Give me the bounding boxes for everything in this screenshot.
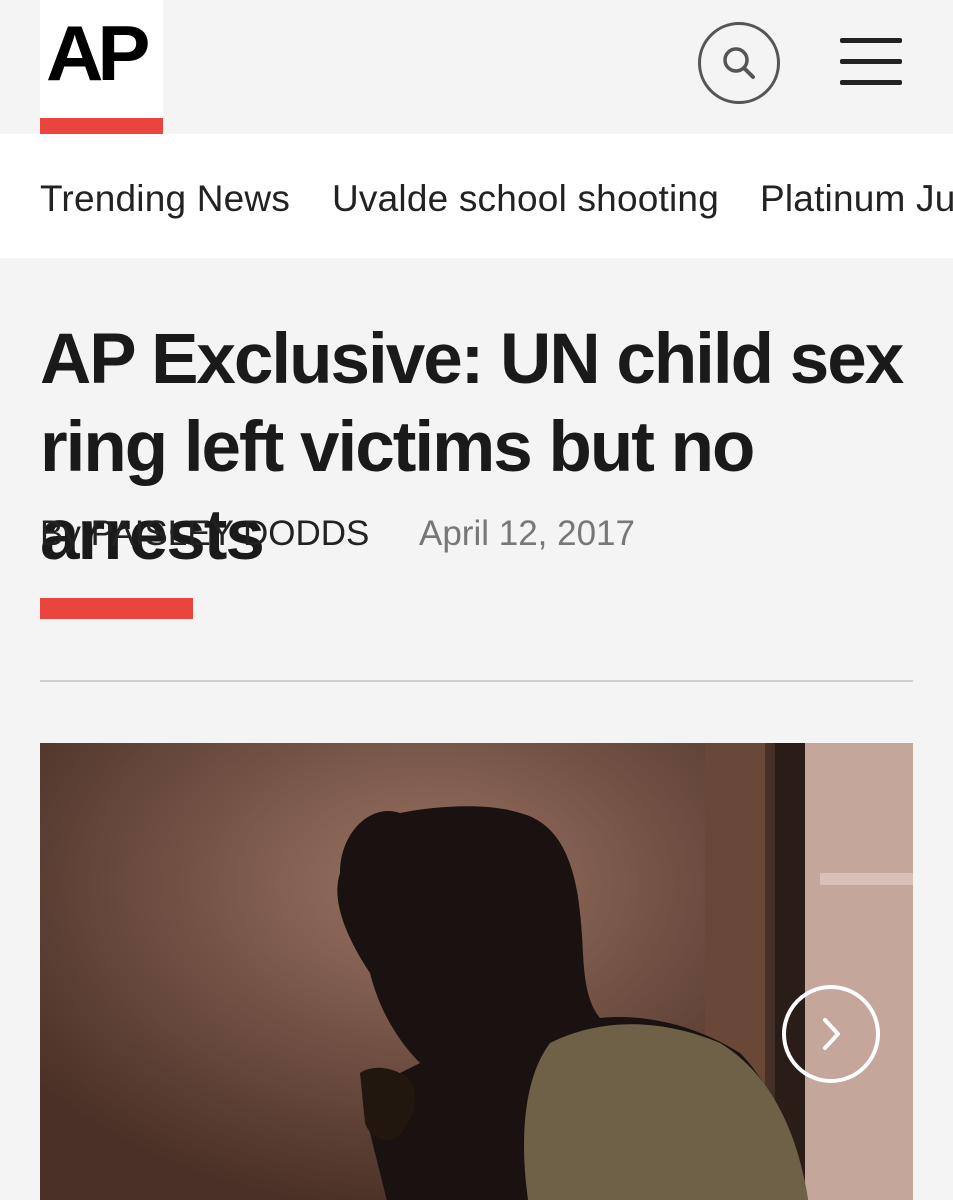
hamburger-menu-icon-line-2 bbox=[840, 59, 902, 64]
headline-accent-bar bbox=[40, 598, 193, 619]
page: AP Trending News Uvalde school shooting … bbox=[0, 0, 953, 1200]
logo-accent-bar bbox=[40, 118, 163, 134]
search-icon bbox=[723, 47, 755, 79]
trending-nav: Trending News Uvalde school shooting Pla… bbox=[0, 134, 953, 258]
person-shirt bbox=[524, 1024, 809, 1200]
hamburger-menu-icon-line-1 bbox=[840, 38, 902, 43]
site-header: AP bbox=[0, 0, 953, 134]
trending-item-trending-news[interactable]: Trending News bbox=[40, 178, 290, 220]
search-button[interactable] bbox=[698, 22, 780, 104]
hamburger-menu-icon-line-3 bbox=[840, 80, 902, 85]
ap-logo[interactable]: AP bbox=[40, 0, 163, 134]
article-byline[interactable]: By PAISLEY DODDS bbox=[40, 514, 369, 554]
gallery-next-button[interactable] bbox=[782, 985, 880, 1083]
logo-text: AP bbox=[46, 9, 150, 97]
hamburger-menu-button[interactable] bbox=[840, 38, 902, 88]
section-divider bbox=[40, 680, 913, 682]
chevron-right-icon bbox=[823, 1018, 840, 1050]
trending-item-platinum[interactable]: Platinum Jul bbox=[760, 178, 953, 220]
door-rail bbox=[820, 873, 913, 885]
article-date: April 12, 2017 bbox=[419, 514, 635, 553]
trending-item-uvalde[interactable]: Uvalde school shooting bbox=[332, 178, 719, 220]
door-panel bbox=[805, 743, 913, 1200]
photo-scene bbox=[40, 743, 913, 1200]
article-photo[interactable] bbox=[40, 743, 913, 1200]
